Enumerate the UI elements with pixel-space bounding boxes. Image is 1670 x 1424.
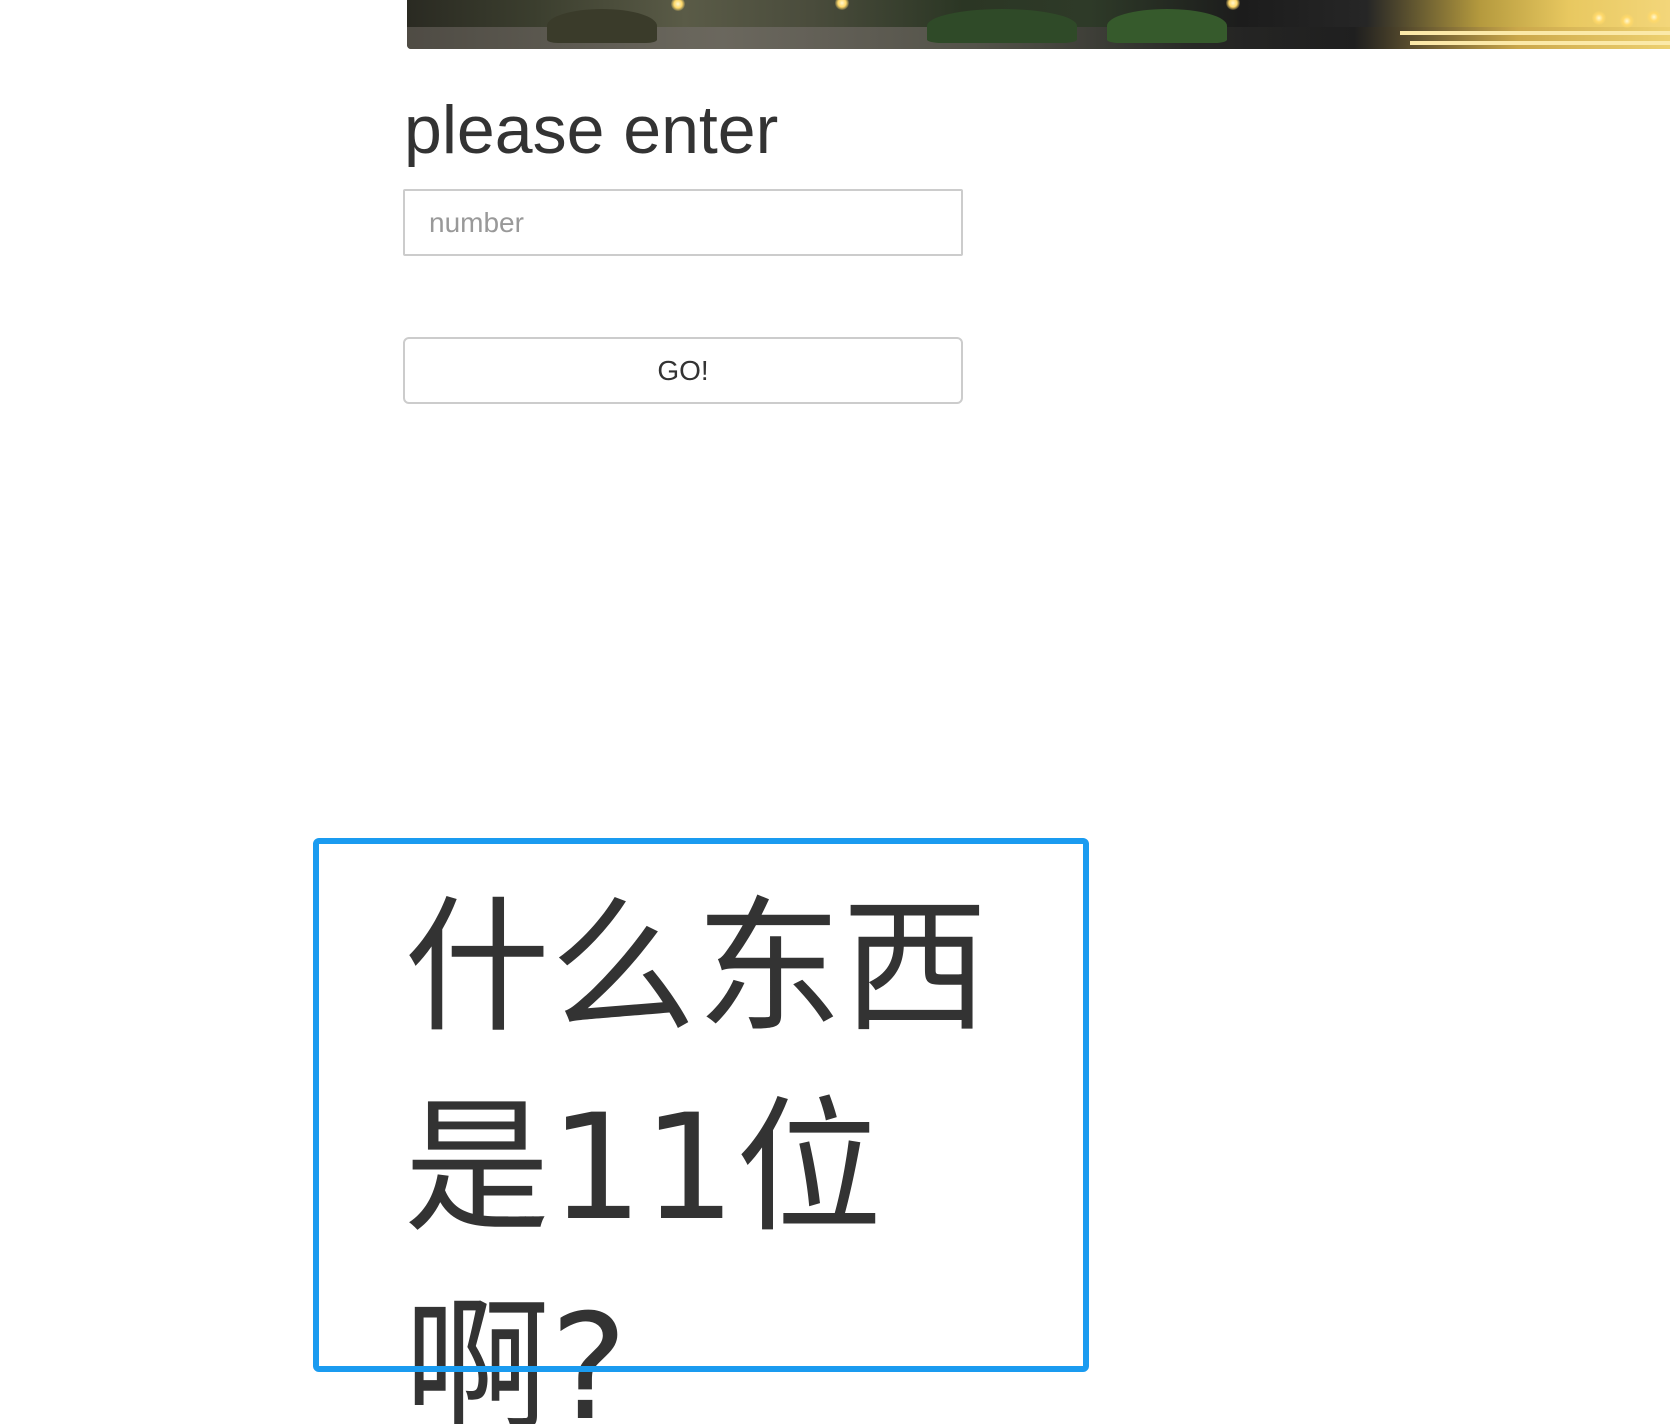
banner-image <box>407 0 1670 49</box>
banner-light <box>1592 11 1606 25</box>
banner-light <box>1620 14 1634 28</box>
page: please enter GO! 什么东西是11位啊? <box>0 0 1670 1424</box>
banner-step <box>1400 31 1670 35</box>
number-input[interactable] <box>403 189 963 256</box>
banner-light <box>671 0 685 11</box>
banner-light <box>835 0 849 10</box>
question-text: 什么东西是11位啊? <box>404 883 988 1424</box>
banner-shrub <box>547 9 657 43</box>
banner-light <box>1226 0 1240 10</box>
go-button[interactable]: GO! <box>403 337 963 404</box>
banner-shrub <box>1107 9 1227 43</box>
banner-step <box>1410 41 1670 45</box>
banner-light <box>1647 10 1661 24</box>
form-heading: please enter <box>404 92 779 168</box>
banner-shrub <box>927 9 1077 43</box>
